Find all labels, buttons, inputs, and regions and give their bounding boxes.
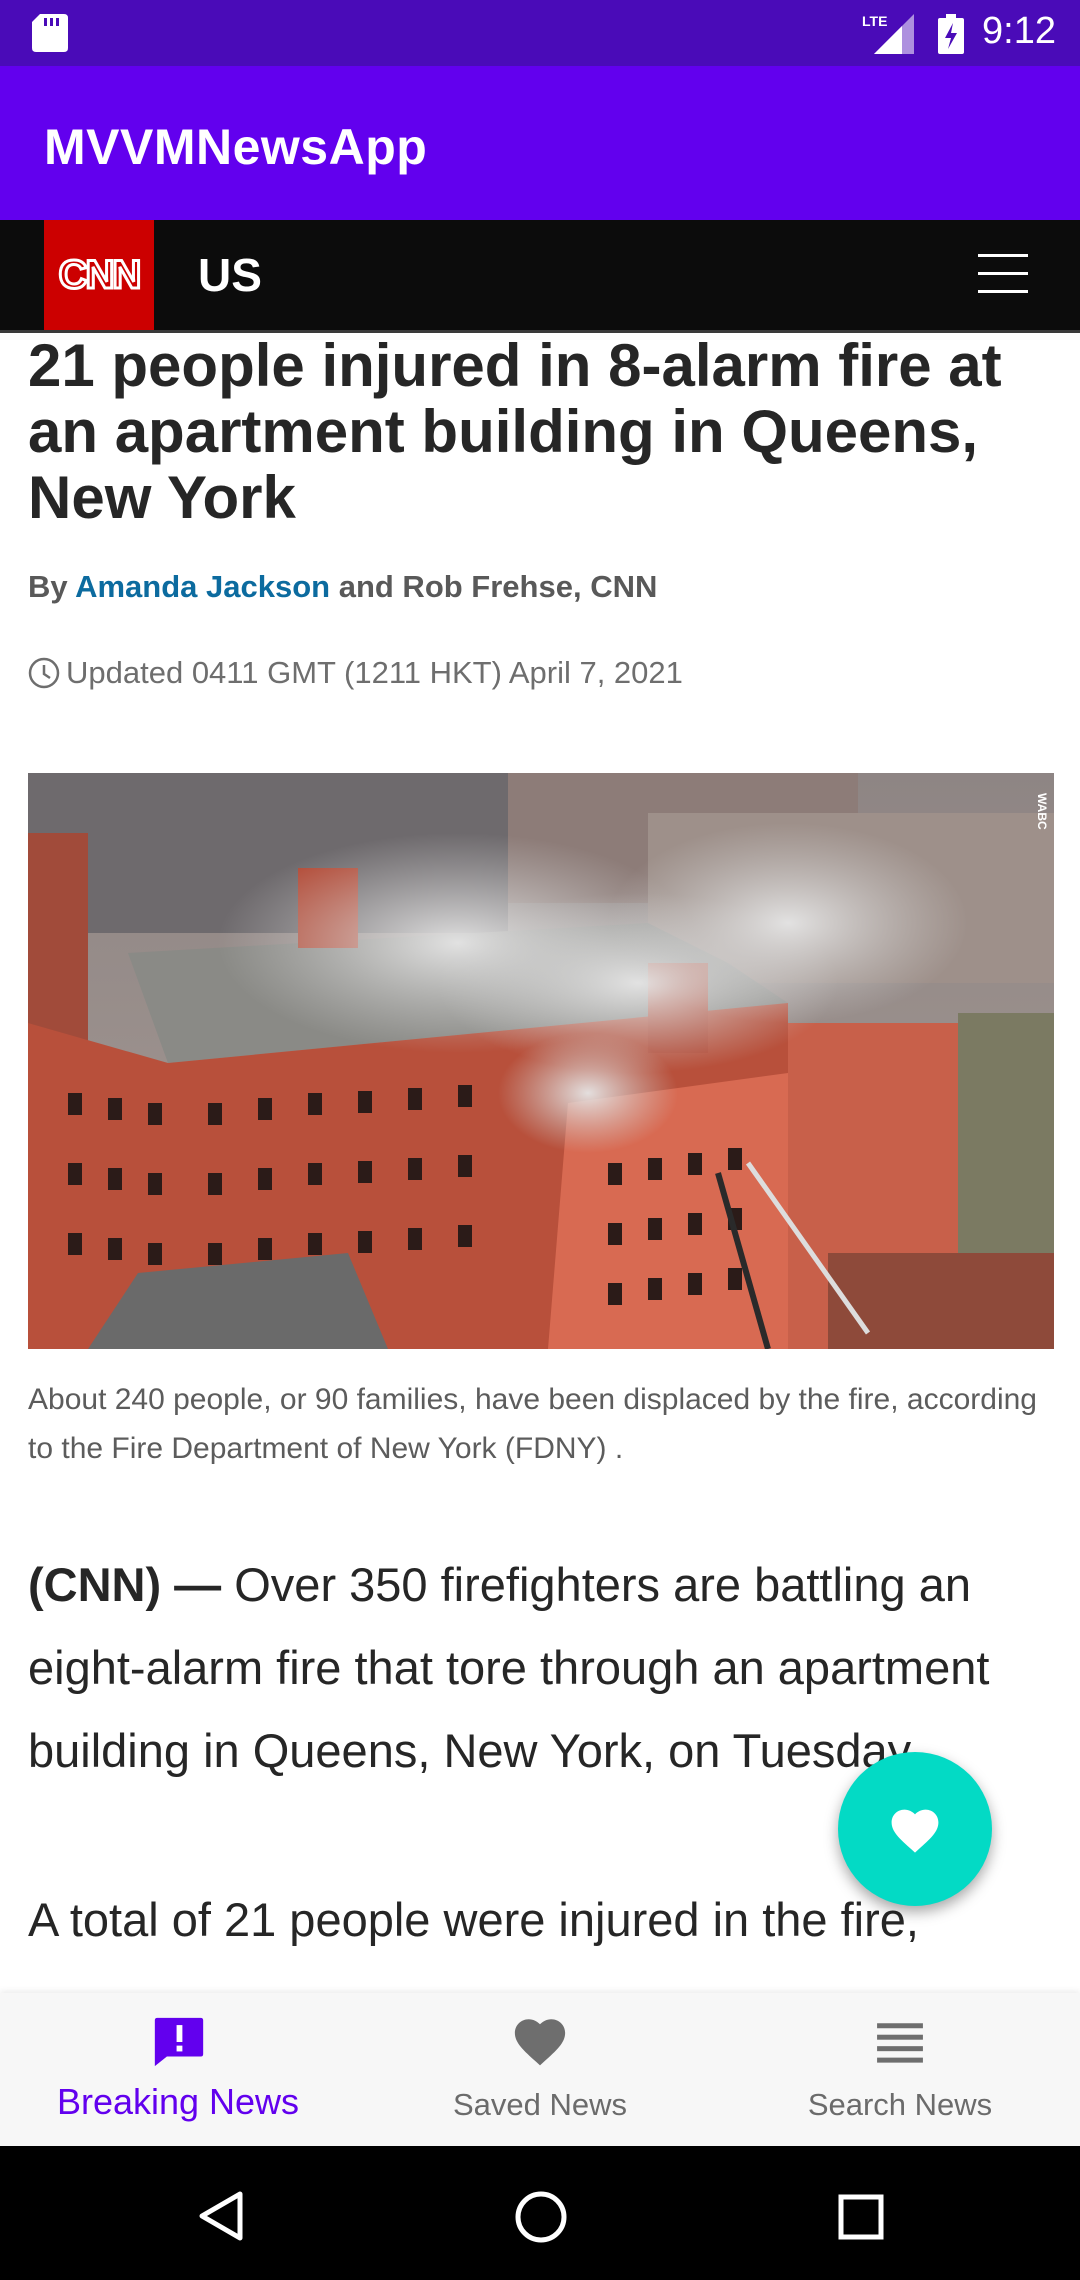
nav-saved-news[interactable]: Saved News — [360, 1993, 720, 2146]
recents-icon[interactable] — [838, 2194, 884, 2240]
article-webview[interactable]: 21 people injured in 8-alarm fire at an … — [0, 333, 1080, 1993]
photo-watermark: WABC — [1035, 793, 1049, 830]
save-article-button[interactable] — [838, 1752, 992, 1906]
sd-card-icon — [32, 14, 68, 52]
hamburger-menu-icon[interactable] — [978, 252, 1028, 296]
fire-building-image: WABC — [28, 773, 1054, 1349]
lte-signal-icon: LTE — [862, 13, 914, 54]
alert-icon — [154, 2017, 204, 2067]
bottom-navigation: Breaking News Saved News Search News — [0, 1993, 1080, 2146]
nav-label: Breaking News — [56, 2081, 300, 2122]
battery-charging-icon — [938, 14, 964, 54]
byline-suffix: and Rob Frehse, CNN — [330, 569, 658, 604]
cnn-header: CNN US — [0, 220, 1080, 333]
cnn-logo-mark: CNN — [57, 252, 143, 299]
nav-search-news[interactable]: Search News — [720, 1993, 1080, 2146]
system-navigation-bar — [0, 2146, 1080, 2280]
heart-icon — [891, 1809, 939, 1853]
list-icon — [877, 2023, 923, 2063]
status-time: 9:12 — [982, 10, 1056, 52]
photo-caption: About 240 people, or 90 families, have b… — [28, 1383, 1037, 1465]
cnn-logo[interactable]: CNN — [44, 220, 154, 330]
section-title[interactable]: US — [198, 248, 262, 302]
app-bar: MVVMNewsApp — [0, 66, 1080, 220]
svg-text:CNN: CNN — [59, 253, 140, 297]
app-title: MVVMNewsApp — [44, 119, 428, 175]
dateline: (CNN) — — [28, 1558, 222, 1611]
home-icon[interactable] — [514, 2190, 568, 2244]
author-link[interactable]: Amanda Jackson — [75, 569, 330, 604]
byline-prefix: By — [28, 569, 76, 604]
nav-label: Saved News — [452, 2087, 628, 2122]
back-icon[interactable] — [196, 2190, 246, 2242]
article-timestamp: Updated 0411 GMT (1211 HKT) April 7, 202… — [28, 655, 683, 691]
clock-icon — [28, 657, 60, 689]
nav-breaking-news[interactable]: Breaking News — [0, 1993, 360, 2146]
updated-text: Updated 0411 GMT (1211 HKT) April 7, 202… — [66, 655, 683, 690]
network-label: LTE — [862, 13, 887, 29]
heart-icon — [514, 2019, 566, 2066]
article-photo[interactable]: WABC — [28, 773, 1054, 1349]
article-headline: 21 people injured in 8-alarm fire at an … — [28, 333, 1002, 531]
nav-label: Search News — [807, 2087, 993, 2122]
article-byline: By Amanda Jackson and Rob Frehse, CNN — [28, 569, 657, 605]
status-bar: LTE 9:12 — [0, 0, 1080, 66]
